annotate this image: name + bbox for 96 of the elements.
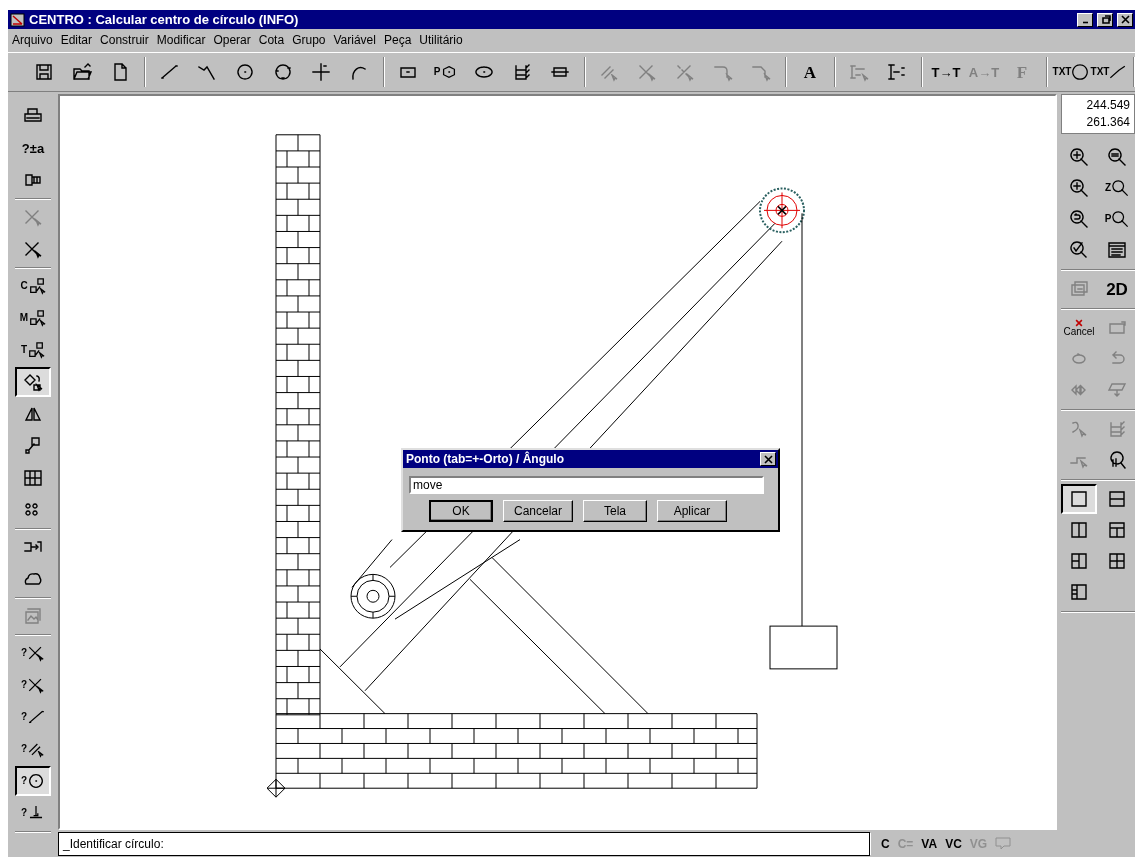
viewport-icon bbox=[1069, 489, 1089, 509]
menu-item[interactable]: Variável bbox=[333, 32, 382, 47]
squares-icon bbox=[28, 309, 47, 327]
command-prompt: _Identificar círculo: bbox=[58, 831, 870, 856]
scale-icon bbox=[23, 436, 43, 456]
app-logo-icon bbox=[10, 12, 25, 27]
viewport-icon bbox=[1107, 489, 1127, 509]
hand-zoom-icon bbox=[1107, 450, 1127, 470]
status-flag[interactable]: VC bbox=[945, 836, 962, 851]
menu-item[interactable]: Editar bbox=[60, 32, 99, 47]
dimension-icon bbox=[887, 62, 907, 82]
tool-button[interactable]: ? bbox=[15, 638, 51, 668]
selected-pulley bbox=[759, 187, 805, 234]
window-title: CENTRO : Calcular centro de círculo (INFO) bbox=[29, 12, 300, 27]
close-button[interactable] bbox=[1117, 12, 1133, 27]
leader-icon bbox=[1109, 63, 1128, 81]
cross-icon bbox=[27, 644, 46, 662]
crosshair-icon bbox=[311, 62, 331, 82]
menu-item[interactable]: Operar bbox=[213, 32, 257, 47]
menu-item[interactable]: Cota bbox=[258, 32, 291, 47]
dialog-button[interactable]: Cancelar bbox=[503, 500, 573, 522]
viewport-icon bbox=[1069, 551, 1089, 571]
viewport-icon bbox=[1107, 520, 1127, 540]
viewport-icon bbox=[1069, 520, 1089, 540]
drawing-canvas[interactable]: Ponto (tab=+-Orto) / Ângulo move OK Cancelar Tela Aplicar bbox=[58, 94, 1057, 830]
tool-button[interactable]: TXT bbox=[1091, 57, 1127, 87]
zoom-icon bbox=[1069, 209, 1089, 229]
pulley bbox=[350, 573, 396, 619]
zoom-icon bbox=[1111, 210, 1130, 228]
tool-button[interactable]: P bbox=[428, 57, 464, 87]
dialog-button[interactable]: Aplicar bbox=[657, 500, 727, 522]
zoom-icon bbox=[1069, 240, 1089, 260]
origin-marker bbox=[266, 778, 286, 798]
tool-button[interactable]: C bbox=[15, 271, 51, 301]
dialog-button[interactable]: Tela bbox=[583, 500, 647, 522]
menu-item[interactable]: Grupo bbox=[292, 32, 332, 47]
menu-item[interactable]: Utilitário bbox=[419, 32, 469, 47]
tool-button[interactable]: 2D bbox=[1099, 274, 1135, 304]
rotate-icon bbox=[23, 372, 43, 392]
menu-item[interactable]: Peça bbox=[383, 32, 418, 47]
minimize-icon bbox=[1081, 20, 1089, 24]
tool-button[interactable]: ?±a bbox=[15, 133, 51, 163]
coordinate-value: 261.364 bbox=[1086, 114, 1130, 131]
plane-icon bbox=[1107, 380, 1127, 400]
zoom-icon bbox=[1069, 147, 1089, 167]
close-icon bbox=[1119, 15, 1131, 24]
coordinate-value: 244.549 bbox=[1086, 97, 1130, 114]
squares-icon bbox=[27, 341, 46, 359]
dialog-button[interactable]: OK bbox=[429, 500, 493, 522]
close-icon bbox=[762, 454, 774, 464]
tool-button[interactable]: Cancel bbox=[1061, 313, 1097, 343]
tool-button[interactable]: P bbox=[1099, 204, 1135, 234]
menu-item[interactable]: Modificar bbox=[156, 32, 212, 47]
cross-icon bbox=[27, 676, 46, 694]
line-icon bbox=[27, 708, 46, 726]
tool-button[interactable]: ? bbox=[15, 798, 51, 828]
restore-icon bbox=[1099, 15, 1111, 24]
grid-icon bbox=[23, 468, 43, 488]
tool-button[interactable]: T bbox=[15, 335, 51, 365]
close-button[interactable] bbox=[760, 452, 776, 466]
hatch-icon bbox=[1107, 419, 1127, 439]
menu-item[interactable]: Arquivo bbox=[12, 32, 59, 47]
zoom-out-icon bbox=[1107, 147, 1127, 167]
tool-button[interactable]: Z bbox=[1099, 173, 1135, 203]
dimension-icon bbox=[849, 62, 869, 82]
tool-button[interactable]: TXT bbox=[1053, 57, 1089, 87]
window-icon bbox=[995, 837, 1012, 850]
tool-button[interactable]: M bbox=[15, 303, 51, 333]
status-flag[interactable]: C bbox=[881, 836, 890, 851]
input-field[interactable]: move bbox=[409, 476, 764, 494]
zoom-in-icon bbox=[1069, 178, 1089, 198]
viewport-icon bbox=[1107, 551, 1127, 571]
restore-button[interactable] bbox=[1097, 12, 1113, 27]
status-flag[interactable]: VA bbox=[921, 836, 938, 851]
menu-item[interactable]: Construir bbox=[100, 32, 155, 47]
viewport-icon bbox=[1069, 582, 1089, 602]
minimize-button[interactable] bbox=[1077, 12, 1093, 27]
tool-button[interactable]: ? bbox=[15, 734, 51, 764]
line-icon bbox=[159, 62, 179, 82]
squares-icon bbox=[27, 277, 46, 295]
dialog-title: Ponto (tab=+-Orto) / Ângulo bbox=[406, 452, 564, 466]
tool-button[interactable]: ? bbox=[15, 766, 51, 796]
tool-button[interactable]: ? bbox=[15, 670, 51, 700]
select-icon bbox=[1069, 419, 1089, 439]
tool-button[interactable]: T→T bbox=[928, 57, 964, 87]
tool-button[interactable]: ? bbox=[15, 702, 51, 732]
tool-button[interactable] bbox=[15, 367, 51, 397]
tool-button[interactable]: A bbox=[792, 57, 828, 87]
hatch-icon bbox=[512, 62, 532, 82]
folder-icon bbox=[72, 62, 92, 82]
zoom-icon bbox=[1111, 179, 1130, 197]
weight-box bbox=[769, 625, 838, 670]
image-icon bbox=[23, 606, 43, 626]
layers-icon bbox=[1069, 279, 1089, 299]
tool-button[interactable] bbox=[1061, 484, 1097, 514]
list-icon bbox=[1107, 240, 1127, 260]
